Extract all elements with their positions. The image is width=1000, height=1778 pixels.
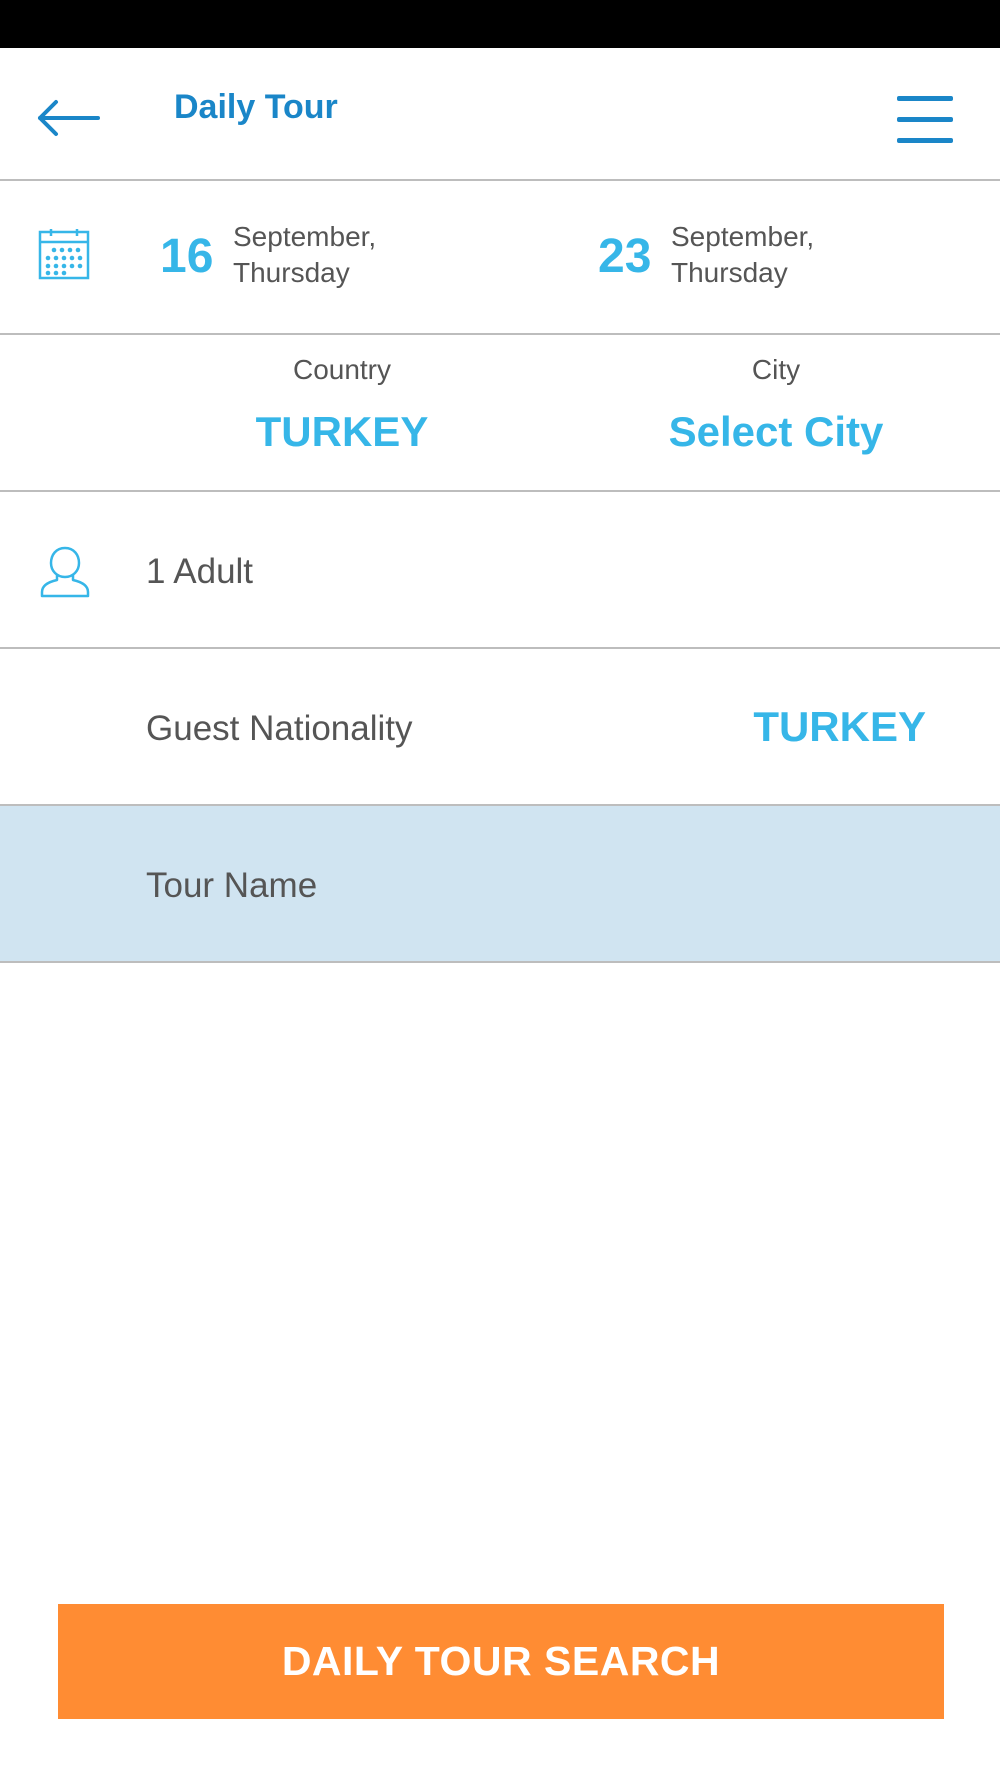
check-in-weekday: Thursday: [233, 257, 350, 288]
divider: [0, 333, 1000, 335]
status-bar: [0, 0, 1000, 48]
country-label: Country: [292, 354, 392, 385]
check-out-month: September,: [671, 221, 815, 252]
guest-nationality-row[interactable]: Guest Nationality TURKEY: [0, 649, 1000, 804]
guest-nationality-value: TURKEY: [753, 703, 926, 750]
app-header: Daily Tour: [0, 48, 1000, 179]
hamburger-menu-icon: [897, 96, 953, 143]
city-selector[interactable]: City Select City: [616, 354, 936, 456]
check-out-date[interactable]: 23 September, Thursday: [598, 221, 858, 301]
back-button[interactable]: [30, 88, 110, 148]
page-title: Daily Tour: [174, 88, 338, 126]
location-row: Country TURKEY City Select City: [0, 336, 1000, 490]
city-value: Select City: [668, 408, 884, 455]
city-label: City: [751, 354, 801, 385]
country-value: TURKEY: [255, 408, 429, 455]
check-in-day: 16: [160, 230, 214, 283]
country-selector[interactable]: Country TURKEY: [182, 354, 502, 456]
check-in-date[interactable]: 16 September, Thursday: [160, 221, 420, 301]
check-in-month: September,: [233, 221, 377, 252]
menu-button[interactable]: [890, 94, 960, 146]
person-icon: [40, 546, 90, 598]
guest-count-text: 1 Adult: [146, 552, 254, 591]
arrow-left-icon: [38, 100, 100, 136]
daily-tour-search-button[interactable]: DAILY TOUR SEARCH: [58, 1604, 944, 1719]
tour-name-input[interactable]: [146, 856, 946, 916]
dates-row: 16 September, Thursday 23 September, Thu…: [0, 181, 1000, 334]
guest-nationality-label: Guest Nationality: [146, 709, 413, 748]
divider: [0, 961, 1000, 963]
check-out-day: 23: [598, 230, 652, 283]
tour-name-row: [0, 806, 1000, 961]
calendar-icon: [38, 229, 90, 280]
guest-count-row[interactable]: 1 Adult: [0, 492, 1000, 647]
check-out-weekday: Thursday: [671, 257, 788, 288]
